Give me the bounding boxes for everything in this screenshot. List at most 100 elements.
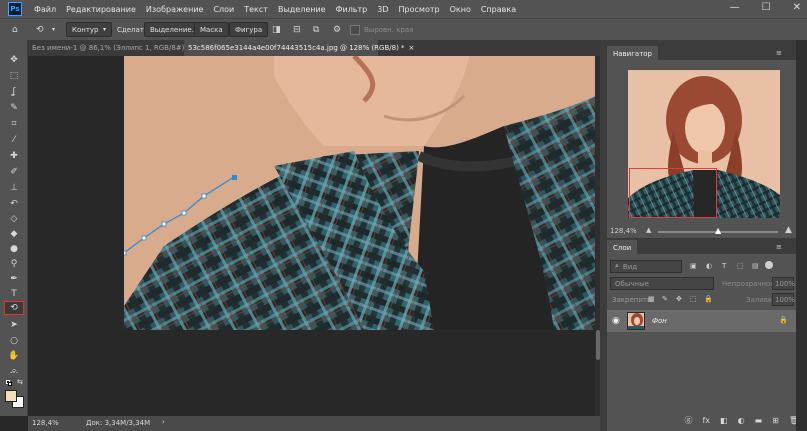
ellipse-tool-icon[interactable]: ○ [4, 334, 24, 348]
navigator-zoom-value[interactable]: 128,4% [610, 227, 637, 235]
home-icon[interactable]: ⌂ [12, 22, 18, 37]
layers-footer: ⓖ fx ◧ ◐ ▬ ⊞ 🗑 [607, 410, 807, 431]
brush-tool-icon[interactable]: ✐ [4, 165, 24, 179]
layer-style-icon[interactable]: fx [702, 416, 710, 425]
tab-jpg-document-label: 53c586f065e3144a4e00f74443515c4a.jpg @ 1… [188, 44, 405, 52]
eraser-tool-icon[interactable]: ◇ [4, 212, 24, 226]
document-tabs: Без имени-1 @ 86,1% (Эллипс 1, RGB/8#) *… [28, 40, 600, 56]
pen-tool-icon[interactable]: ✒ [4, 272, 24, 286]
foreground-color-swatch[interactable] [5, 390, 17, 402]
default-colors-icon[interactable] [6, 380, 12, 386]
lock-position-icon[interactable]: ✥ [676, 295, 682, 303]
menu-window[interactable]: Окно [445, 5, 476, 14]
navigator-menu-icon[interactable]: ≡ [776, 49, 782, 57]
status-menu-arrow-icon[interactable]: › [162, 418, 165, 426]
tab-layers[interactable]: Слои [607, 240, 638, 255]
tab-jpg-document-close-icon[interactable]: × [409, 44, 415, 52]
edit-toolbar-icon[interactable]: … [4, 364, 24, 378]
navigator-view-box[interactable] [629, 168, 717, 218]
navigator-zoom-slider-thumb[interactable]: ▲ [715, 226, 721, 235]
fill-field[interactable]: 100% [772, 293, 796, 306]
add-mask-icon[interactable]: ◧ [720, 416, 728, 425]
link-layers-icon[interactable]: ⓖ [684, 415, 692, 426]
fill-value: 100% [775, 295, 796, 304]
dodge-tool-icon[interactable]: ⚲ [4, 257, 24, 271]
tab-jpg-document[interactable]: 53c586f065e3144a4e00f74443515c4a.jpg @ 1… [184, 40, 414, 56]
zoom-level[interactable]: 128,4% [32, 419, 59, 427]
hand-tool-icon[interactable]: ✋ [4, 349, 24, 363]
menu-image[interactable]: Изображение [141, 5, 209, 14]
eyedropper-tool-icon[interactable]: ⁄ [4, 133, 24, 147]
chevron-down-icon[interactable]: ▾ [52, 22, 55, 37]
curvature-pen-tool-icon[interactable]: ⟲ [4, 301, 24, 315]
filter-smart-object-icon[interactable]: ▤ [752, 262, 759, 270]
lasso-tool-icon[interactable]: ʆ [4, 85, 24, 99]
align-edges-label: Выровн. края [364, 25, 414, 34]
marquee-tool-icon[interactable]: ⬚ [4, 69, 24, 83]
options-bar: ⌂ ⟲ ▾ Контур ▾ Сделать: Выделение... Мас… [0, 18, 807, 40]
layer-name[interactable]: Фон [652, 317, 667, 325]
quick-selection-tool-icon[interactable]: ✎ [4, 101, 24, 115]
lock-all-icon[interactable]: 🔒 [704, 295, 713, 303]
minimize-button[interactable]: — [730, 2, 740, 13]
menu-edit[interactable]: Редактирование [61, 5, 141, 14]
healing-brush-tool-icon[interactable]: ✚ [4, 149, 24, 163]
filter-pixel-icon[interactable]: ▣ [690, 262, 697, 270]
opacity-value: 100% [775, 279, 796, 288]
menu-select[interactable]: Выделение [273, 5, 331, 14]
paint-bucket-tool-icon[interactable]: ◆ [4, 227, 24, 241]
menu-filter[interactable]: Фильтр [331, 5, 373, 14]
menu-layer[interactable]: Слои [208, 5, 239, 14]
layer-filter-select[interactable]: ⌕ Вид [610, 260, 682, 273]
make-shape-button[interactable]: Фигура [229, 22, 269, 37]
gear-icon[interactable]: ⚙ [333, 22, 341, 37]
lock-pixels-icon[interactable]: ✎ [662, 295, 668, 303]
swap-colors-icon[interactable]: ⇆ [17, 378, 23, 386]
maximize-button[interactable]: ☐ [762, 2, 771, 13]
menu-type[interactable]: Текст [239, 5, 273, 14]
crop-tool-icon[interactable]: ⌗ [4, 117, 24, 131]
path-arrangement-icon[interactable]: ⧉ [313, 22, 319, 37]
path-alignment-icon[interactable]: ⊟ [293, 22, 301, 37]
new-layer-icon[interactable]: ⊞ [772, 416, 779, 425]
zoom-out-icon[interactable]: ▲ [646, 226, 651, 234]
history-brush-tool-icon[interactable]: ↶ [4, 197, 24, 211]
canvas-image[interactable] [124, 56, 596, 330]
tab-untitled-1[interactable]: Без имени-1 @ 86,1% (Эллипс 1, RGB/8#) *… [28, 40, 200, 56]
new-group-icon[interactable]: ▬ [755, 416, 763, 425]
blend-mode-select[interactable]: Обычные [610, 277, 714, 290]
menu-3d[interactable]: 3D [372, 5, 393, 14]
lock-artboard-icon[interactable]: ⬚ [690, 295, 697, 303]
mode-select[interactable]: Контур ▾ [66, 22, 112, 37]
type-tool-icon[interactable]: T [4, 287, 24, 301]
status-bar: 128,4% Док: 3,34M/3,34M › [28, 416, 600, 431]
curvature-pen-icon[interactable]: ⟲ [36, 22, 44, 37]
make-mask-button[interactable]: Маска [194, 22, 229, 37]
zoom-in-icon[interactable]: ▲ [785, 225, 792, 235]
move-tool-icon[interactable]: ✥ [4, 53, 24, 67]
opacity-field[interactable]: 100% [772, 277, 796, 290]
photoshop-logo[interactable]: Ps [8, 2, 22, 16]
tab-untitled-1-label: Без имени-1 @ 86,1% (Эллипс 1, RGB/8#) * [32, 44, 191, 52]
menu-file[interactable]: Файл [29, 5, 61, 14]
mode-select-value: Контур [72, 25, 99, 34]
adjustment-layer-icon[interactable]: ◐ [738, 416, 745, 425]
panel-dock-strip [796, 40, 807, 431]
menu-help[interactable]: Справка [476, 5, 521, 14]
filter-type-icon[interactable]: T [722, 262, 726, 270]
path-operations-icon[interactable]: ◨ [272, 22, 281, 37]
align-edges-checkbox[interactable] [350, 25, 360, 35]
filter-shape-icon[interactable]: ⬚ [737, 262, 744, 270]
lock-transparency-icon[interactable]: ▦ [648, 295, 655, 303]
filter-adjustment-icon[interactable]: ◐ [706, 262, 712, 270]
path-selection-tool-icon[interactable]: ➤ [4, 318, 24, 332]
layers-menu-icon[interactable]: ≡ [776, 243, 782, 251]
blur-tool-icon[interactable]: ● [4, 242, 24, 256]
visibility-eye-icon[interactable]: ◉ [612, 316, 620, 326]
menu-view[interactable]: Просмотр [394, 5, 445, 14]
close-window-button[interactable]: ✕ [793, 2, 801, 13]
menu-bar: Ps Файл Редактирование Изображение Слои … [0, 0, 807, 18]
filter-toggle-icon[interactable] [765, 261, 773, 269]
clone-stamp-tool-icon[interactable]: ⊥ [4, 181, 24, 195]
tab-navigator[interactable]: Навигатор [607, 46, 658, 61]
